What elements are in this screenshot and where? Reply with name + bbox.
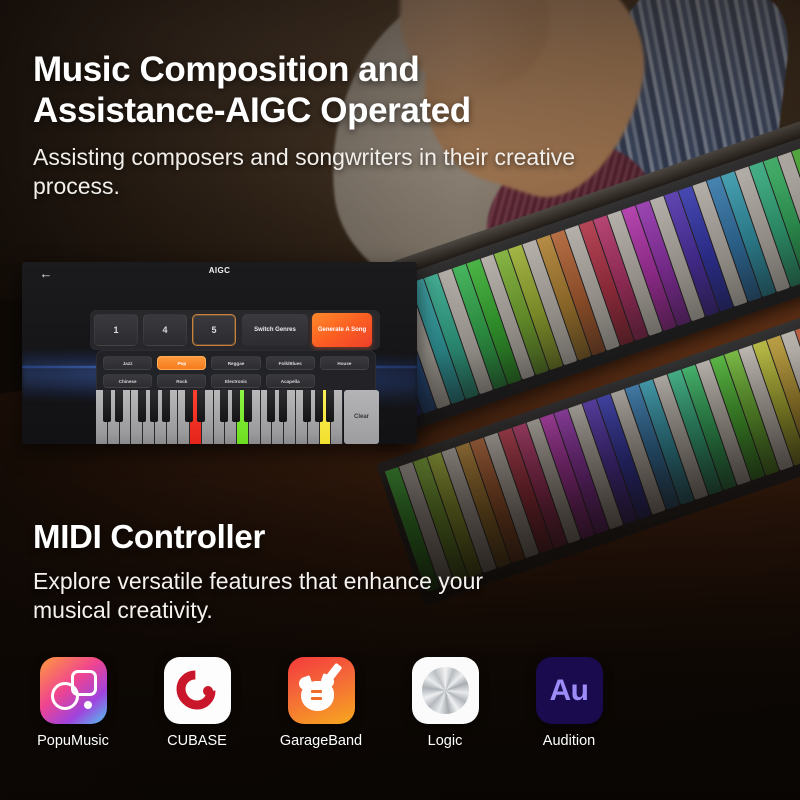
aigc-app-screenshot: ← AIGC 1 4 5 Switch Genres Generate A So… [22,262,417,444]
piano-black-key[interactable] [220,390,229,422]
guitar-body-shape [300,681,334,711]
piano-black-key[interactable] [267,390,276,422]
app-label: GarageBand [279,733,363,749]
popumusic-dot-shape [83,701,92,709]
hero-title: Music Composition and Assistance-AIGC Op… [33,50,471,130]
genre-chip[interactable]: Acapella [265,374,315,388]
clear-button[interactable]: Clear [344,390,379,444]
piano-black-key[interactable] [279,390,288,422]
popumusic-icon[interactable] [39,657,107,724]
bar-button-5-selected[interactable]: 5 [192,314,236,346]
generate-a-song-button[interactable]: Generate A Song [312,313,372,347]
cubase-c-shape [167,662,224,718]
piano-black-key[interactable] [314,390,323,422]
bar-button-1[interactable]: 1 [94,314,138,346]
genre-row-2: Chinese Rock Electronic Acapella [103,374,369,388]
virtual-piano-keyboard[interactable] [96,390,344,444]
genre-chip-empty [320,374,369,388]
app-control-panel: 1 4 5 Switch Genres Generate A Song [90,310,380,350]
piano-black-key[interactable] [243,390,252,422]
app-label: PopuMusic [37,733,109,749]
app-label: CUBASE [167,733,227,749]
app-item-audition[interactable]: Au Audition [529,657,609,749]
piano-black-key[interactable] [114,390,123,422]
hero-text-block: Music Composition and Assistance-AIGC Op… [33,50,593,201]
promo-banner: Music Composition and Assistance-AIGC Op… [0,0,800,800]
app-item-garageband[interactable]: GarageBand [279,657,363,749]
piano-white-key[interactable] [296,390,311,444]
switch-genres-button[interactable]: Switch Genres [242,314,308,346]
logic-metal-disc-shape [421,667,469,714]
genre-chip[interactable]: Rock [157,374,207,388]
genre-chip[interactable]: Electronic [211,374,261,388]
piano-black-key[interactable] [185,390,194,422]
hero-subtitle: Assisting composers and songwriters in t… [33,144,576,200]
piano-white-key[interactable] [178,390,194,444]
logic-icon[interactable] [411,657,479,724]
app-label: Audition [542,733,596,749]
piano-white-key[interactable] [131,390,147,444]
app-label: Logic [427,733,463,749]
piano-black-key[interactable] [161,390,170,422]
piano-black-key[interactable] [326,390,335,422]
piano-white-key[interactable] [96,390,111,444]
genre-selector-popup: Jazz Pop Reggae Folk/Blues House Chinese… [96,350,376,394]
midi-text-block: MIDI Controller Explore versatile featur… [33,518,503,625]
garageband-icon[interactable] [287,657,355,724]
popumusic-circle-shape [50,682,79,710]
bar-count-group: 1 4 5 [94,314,236,346]
piano-black-key[interactable] [196,390,205,422]
genre-row-1: Jazz Pop Reggae Folk/Blues House [103,356,370,370]
guitar-pickup-1 [310,690,322,694]
genre-chip[interactable]: House [319,356,370,370]
guitar-pickup-2 [310,697,322,701]
piano-white-key[interactable] [213,390,229,444]
genre-chip[interactable]: Chinese [103,374,153,388]
app-item-logic[interactable]: Logic [405,657,485,749]
audition-au-text: Au [549,673,590,707]
app-title: AIGC [208,266,231,275]
genre-chip[interactable]: Jazz [103,356,153,370]
bar-button-4[interactable]: 4 [143,314,187,346]
midi-subtitle: Explore versatile features that enhance … [33,568,484,624]
compatible-apps-row: PopuMusic CUBASE GarageBand Logic Au Aud… [33,657,609,749]
genre-chip-selected[interactable]: Pop [157,356,207,370]
piano-white-key[interactable] [260,390,276,444]
genre-chip[interactable]: Reggae [211,356,261,370]
genre-chip[interactable]: Folk/Blues [265,356,315,370]
piano-black-key[interactable] [138,390,147,422]
midi-title: MIDI Controller [33,518,265,555]
piano-black-key[interactable] [102,390,111,422]
app-top-bar: ← AIGC [22,262,417,286]
audition-icon[interactable]: Au [535,657,603,724]
cubase-dot-shape [202,686,213,696]
piano-black-key[interactable] [302,390,311,422]
app-item-cubase[interactable]: CUBASE [157,657,237,749]
app-item-popumusic[interactable]: PopuMusic [33,657,113,749]
cubase-icon[interactable] [163,657,231,724]
piano-black-key[interactable] [232,390,241,422]
piano-black-key[interactable] [149,390,158,422]
